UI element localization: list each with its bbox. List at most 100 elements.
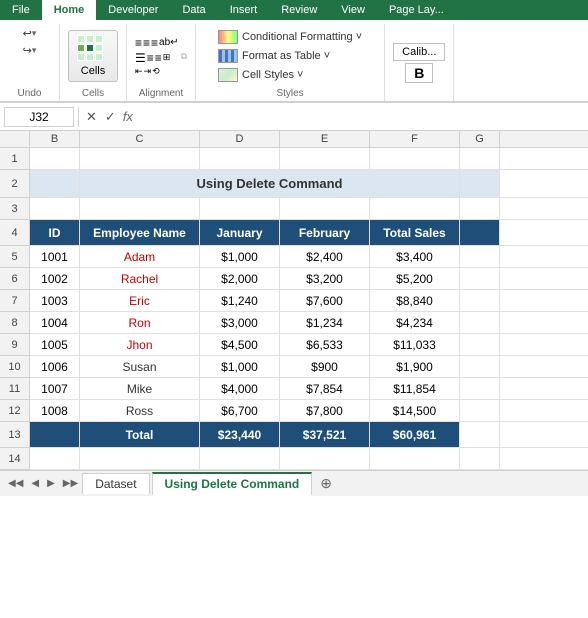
total-label[interactable]: Total xyxy=(80,422,200,447)
cell-feb-4[interactable]: $6,533 xyxy=(280,334,370,356)
col-header-c[interactable]: C xyxy=(80,131,200,147)
tab-file[interactable]: File xyxy=(0,0,42,20)
cell-total-0[interactable]: $3,400 xyxy=(370,246,460,268)
cells-button[interactable]: Cells xyxy=(68,30,118,82)
cell-id-0[interactable]: 1001 xyxy=(30,246,80,268)
cell-g7[interactable] xyxy=(460,290,500,312)
cell-total-1[interactable]: $5,200 xyxy=(370,268,460,290)
cell-total-5[interactable]: $1,900 xyxy=(370,356,460,378)
row-num-4[interactable]: 4 xyxy=(0,220,29,246)
row-num-12[interactable]: 12 xyxy=(0,400,29,422)
cell-jan-2[interactable]: $1,240 xyxy=(200,290,280,312)
tab-nav-last[interactable]: ▶▶ xyxy=(59,476,82,491)
cell-f14[interactable] xyxy=(370,448,460,469)
row-num-8[interactable]: 8 xyxy=(0,312,29,334)
cell-e1[interactable] xyxy=(280,148,370,169)
increase-indent[interactable]: ⇥ xyxy=(144,66,152,77)
tab-insert[interactable]: Insert xyxy=(218,0,270,20)
cell-id-1[interactable]: 1002 xyxy=(30,268,80,290)
cell-d3[interactable] xyxy=(200,198,280,219)
cell-jan-6[interactable]: $4,000 xyxy=(200,378,280,400)
cell-jan-4[interactable]: $4,500 xyxy=(200,334,280,356)
cell-total-7[interactable]: $14,500 xyxy=(370,400,460,422)
row-num-7[interactable]: 7 xyxy=(0,290,29,312)
row-num-5[interactable]: 5 xyxy=(0,246,29,268)
row-num-3[interactable]: 3 xyxy=(0,198,29,220)
conditional-formatting-button[interactable]: Conditional Formatting ˅ xyxy=(212,28,368,46)
cell-c14[interactable] xyxy=(80,448,200,469)
cell-g12[interactable] xyxy=(460,400,500,422)
undo-button[interactable]: ↩▾ xyxy=(19,26,41,41)
confirm-formula-button[interactable]: ✓ xyxy=(102,109,119,125)
merge-cells[interactable]: ⊞ xyxy=(163,51,171,65)
wrap-text[interactable]: ab↵ xyxy=(159,36,179,50)
cell-total-4[interactable]: $11,033 xyxy=(370,334,460,356)
align-right[interactable]: ≡ xyxy=(155,51,162,65)
redo-button[interactable]: ↪▾ xyxy=(19,43,41,58)
cell-g11[interactable] xyxy=(460,378,500,400)
row-num-1[interactable]: 1 xyxy=(0,148,29,170)
redo-arrow[interactable]: ▾ xyxy=(32,45,37,56)
tab-data[interactable]: Data xyxy=(170,0,217,20)
cell-b3[interactable] xyxy=(30,198,80,219)
cell-d1[interactable] xyxy=(200,148,280,169)
row-num-11[interactable]: 11 xyxy=(0,378,29,400)
tab-review[interactable]: Review xyxy=(269,0,329,20)
cell-feb-7[interactable]: $7,800 xyxy=(280,400,370,422)
cell-total-6[interactable]: $11,854 xyxy=(370,378,460,400)
cell-g9[interactable] xyxy=(460,334,500,356)
cell-name-2[interactable]: Eric xyxy=(80,290,200,312)
tab-nav-first[interactable]: ◀◀ xyxy=(4,476,27,491)
cell-reference-box[interactable] xyxy=(4,107,74,127)
align-left[interactable]: ☰ xyxy=(135,51,146,65)
header-total[interactable]: Total Sales xyxy=(370,220,460,245)
cancel-formula-button[interactable]: ✕ xyxy=(83,109,100,125)
align-top-right[interactable]: ≡ xyxy=(151,36,158,50)
header-jan[interactable]: January xyxy=(200,220,280,245)
cell-jan-7[interactable]: $6,700 xyxy=(200,400,280,422)
cell-name-6[interactable]: Mike xyxy=(80,378,200,400)
tab-home[interactable]: Home xyxy=(42,0,97,20)
total-feb[interactable]: $37,521 xyxy=(280,422,370,447)
cell-name-4[interactable]: Jhon xyxy=(80,334,200,356)
row-num-9[interactable]: 9 xyxy=(0,334,29,356)
add-sheet-button[interactable]: ⊕ xyxy=(314,473,338,494)
cell-name-5[interactable]: Susan xyxy=(80,356,200,378)
cell-feb-0[interactable]: $2,400 xyxy=(280,246,370,268)
alignment-dialog[interactable]: ⧉ xyxy=(181,51,187,62)
cell-g1[interactable] xyxy=(460,148,500,169)
cell-b14[interactable] xyxy=(30,448,80,469)
cell-f3[interactable] xyxy=(370,198,460,219)
sheet-tab-active[interactable]: Using Delete Command xyxy=(152,472,313,496)
cell-id-3[interactable]: 1004 xyxy=(30,312,80,334)
align-top-left[interactable]: ≡ xyxy=(135,36,142,50)
cell-g3[interactable] xyxy=(460,198,500,219)
cell-total-2[interactable]: $8,840 xyxy=(370,290,460,312)
cell-id-4[interactable]: 1005 xyxy=(30,334,80,356)
cell-id-7[interactable]: 1008 xyxy=(30,400,80,422)
bold-button[interactable]: B xyxy=(405,63,433,83)
decrease-indent[interactable]: ⇤ xyxy=(135,66,143,77)
cell-g5[interactable] xyxy=(460,246,500,268)
row-num-13[interactable]: 13 xyxy=(0,422,29,448)
text-orient[interactable]: ⟲ xyxy=(152,66,160,77)
cell-f1[interactable] xyxy=(370,148,460,169)
cell-feb-5[interactable]: $900 xyxy=(280,356,370,378)
cell-g14[interactable] xyxy=(460,448,500,469)
tab-pagelayout[interactable]: Page Lay... xyxy=(377,0,456,20)
cell-name-7[interactable]: Ross xyxy=(80,400,200,422)
cell-name-0[interactable]: Adam xyxy=(80,246,200,268)
align-top-center[interactable]: ≡ xyxy=(143,36,150,50)
header-id[interactable]: ID xyxy=(30,220,80,245)
cell-id-2[interactable]: 1003 xyxy=(30,290,80,312)
cell-name-3[interactable]: Ron xyxy=(80,312,200,334)
formula-input[interactable] xyxy=(137,110,584,124)
col-header-e[interactable]: E xyxy=(280,131,370,147)
cell-jan-1[interactable]: $2,000 xyxy=(200,268,280,290)
row-num-2[interactable]: 2 xyxy=(0,170,29,198)
cell-feb-3[interactable]: $1,234 xyxy=(280,312,370,334)
cell-g6[interactable] xyxy=(460,268,500,290)
tab-nav-prev[interactable]: ◀ xyxy=(27,476,43,491)
cell-c3[interactable] xyxy=(80,198,200,219)
cell-jan-0[interactable]: $1,000 xyxy=(200,246,280,268)
